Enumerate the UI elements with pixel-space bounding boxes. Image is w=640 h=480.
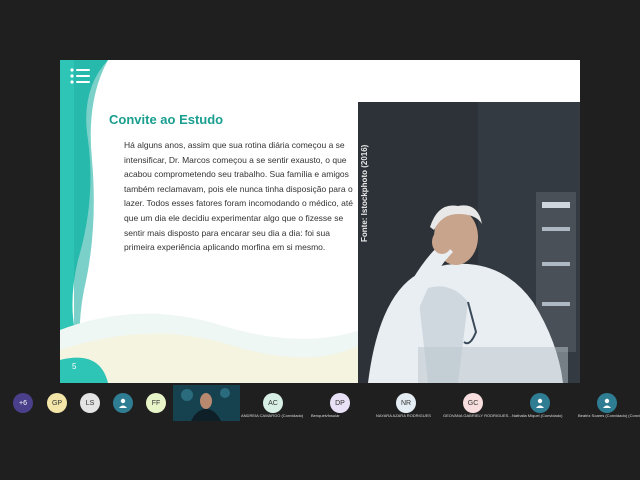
user-icon xyxy=(603,398,611,408)
participant-name: Nathalia Miquel (Convidado) xyxy=(512,413,563,418)
participant-avatar[interactable]: GC xyxy=(463,393,483,413)
user-icon xyxy=(536,398,544,408)
slide-wave-decoration xyxy=(60,313,360,383)
more-participants-button[interactable]: +6 xyxy=(13,393,33,413)
slide-body-text: Há alguns anos, assim que sua rotina diá… xyxy=(124,140,353,253)
meeting-stage: Convite ao Estudo Há alguns anos, assim … xyxy=(0,0,640,480)
doctor-photo: Fonte: Istockphoto (2016) xyxy=(358,102,580,383)
participant-video-tile[interactable] xyxy=(173,385,240,421)
participant-avatar[interactable]: AC xyxy=(263,393,283,413)
participant-name: GEOVANA GABRIELY RODRIGUES... xyxy=(443,413,512,418)
participant-avatar[interactable] xyxy=(113,393,133,413)
participant-avatar[interactable]: NR xyxy=(396,393,416,413)
participant-name: NAYARA AZARA RODRIGUES xyxy=(376,413,431,418)
participant-bar: +6 GP LS FF AC ANDREIA CAMARGO (Convidad… xyxy=(0,385,640,421)
list-menu-icon[interactable] xyxy=(69,66,93,86)
participant-avatar[interactable]: LS xyxy=(80,393,100,413)
participant-avatar[interactable]: GP xyxy=(47,393,67,413)
photo-credit: Fonte: Istockphoto (2016) xyxy=(360,144,369,242)
slide-title: Convite ao Estudo xyxy=(109,112,224,127)
participant-name: Benquelvfosuiar xyxy=(311,413,340,418)
participant-name: ANDREIA CAMARGO (Convidado) xyxy=(241,413,304,418)
user-icon xyxy=(119,398,127,408)
slide-page-number: 5 xyxy=(72,362,77,371)
presentation-slide: Convite ao Estudo Há alguns anos, assim … xyxy=(60,60,580,383)
participant-avatar[interactable]: DP xyxy=(330,393,350,413)
participant-avatar[interactable]: FF xyxy=(146,393,166,413)
participant-name: Beatriz Soares (Convidado) (Convid... xyxy=(578,413,640,418)
participant-avatar[interactable] xyxy=(597,393,617,413)
participant-avatar[interactable] xyxy=(530,393,550,413)
